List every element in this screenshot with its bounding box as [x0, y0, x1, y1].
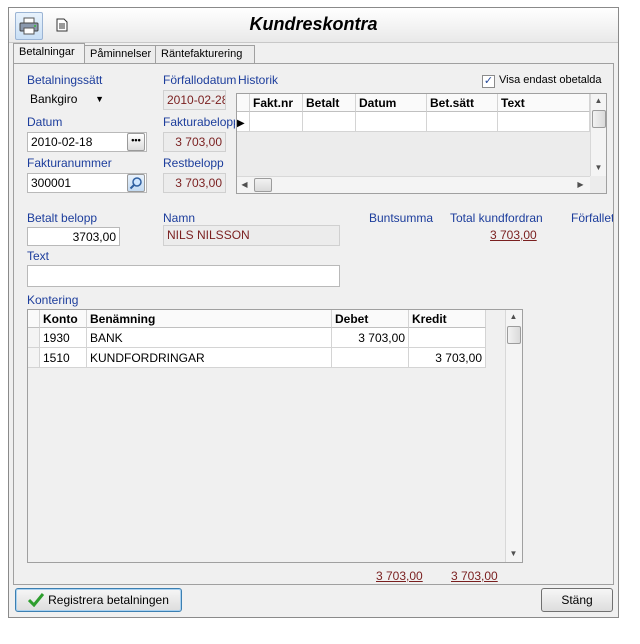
- accounting-header-corner: [28, 310, 40, 328]
- register-payment-label: Registrera betalningen: [48, 593, 169, 607]
- paid-amount-label: Betalt belopp: [27, 211, 98, 225]
- accounting-col-konto: Konto: [40, 310, 87, 328]
- tab-paminnelser[interactable]: Påminnelser: [84, 45, 156, 63]
- accounting-col-kredit: Kredit: [409, 310, 486, 328]
- table-row-name[interactable]: BANK: [87, 328, 332, 348]
- invoice-number-label: Fakturanummer: [27, 156, 112, 170]
- history-col-faktnr: Fakt.nr: [250, 94, 303, 112]
- table-row-debit[interactable]: [332, 348, 409, 368]
- calendar-button[interactable]: •••: [127, 133, 145, 151]
- scroll-down-icon: ▼: [509, 549, 518, 558]
- remaining-field: 3 703,00: [163, 173, 226, 193]
- chevron-down-icon: ▼: [95, 94, 104, 104]
- history-col-text: Text: [498, 94, 590, 112]
- table-row-account[interactable]: 1930: [40, 328, 87, 348]
- accounting-col-benamning: Benämning: [87, 310, 332, 328]
- table-row-credit[interactable]: 3 703,00: [409, 348, 486, 368]
- scroll-up-icon: ▲: [594, 96, 603, 105]
- overdue-label: Förfallet: [571, 211, 613, 225]
- kundreskontra-window: Kundreskontra Betalningar Påminnelser Rä…: [8, 7, 619, 618]
- history-grid[interactable]: Fakt.nr Betalt Datum Bet.sätt Text ▶ ▲ ▼…: [236, 93, 607, 194]
- checkmark-icon: [28, 593, 45, 607]
- name-field: NILS NILSSON: [163, 225, 340, 246]
- remaining-label: Restbelopp: [163, 156, 224, 170]
- register-payment-button[interactable]: Registrera betalningen: [15, 588, 182, 612]
- show-unpaid-label: Visa endast obetalda: [499, 74, 602, 86]
- name-label: Namn: [163, 211, 196, 225]
- payment-method-label: Betalningssätt: [27, 73, 103, 87]
- paid-amount-field[interactable]: 3703,00: [27, 227, 120, 246]
- date-label: Datum: [27, 115, 63, 129]
- checkmark-icon: ✓: [483, 75, 494, 87]
- betalningar-panel: Betalningssätt Bankgiro ▼ Datum 2010-02-…: [13, 63, 614, 585]
- accounting-col-debet: Debet: [332, 310, 409, 328]
- history-col-betsatt: Bet.sätt: [427, 94, 498, 112]
- accounting-grid[interactable]: Konto Benämning Debet Kredit 1930 BANK 3…: [27, 309, 523, 563]
- payment-method-select[interactable]: Bankgiro ▼: [27, 90, 107, 110]
- total-credit-link[interactable]: 3 703,00: [451, 569, 498, 583]
- history-hscrollbar[interactable]: ◀ ▶: [237, 176, 590, 193]
- window-title: Kundreskontra: [249, 14, 378, 34]
- invoice-number-value: 300001: [31, 176, 72, 190]
- invoice-amount-label: Fakturabelopp: [163, 115, 235, 129]
- calendar-dots-icon: •••: [131, 135, 141, 145]
- table-row-debit[interactable]: 3 703,00: [332, 328, 409, 348]
- history-col-datum: Datum: [356, 94, 427, 112]
- total-debit-link[interactable]: 3 703,00: [376, 569, 423, 583]
- history-row-indicator: ▶: [237, 112, 250, 132]
- accounting-vscroll-thumb[interactable]: [507, 326, 521, 344]
- row-selector[interactable]: [28, 348, 40, 368]
- invoice-amount-field: 3 703,00: [163, 132, 226, 152]
- text-field[interactable]: [27, 265, 340, 287]
- due-date-label: Förfallodatum: [163, 73, 237, 87]
- search-invoice-button[interactable]: [127, 174, 145, 192]
- batch-sum-label: Buntsumma: [369, 211, 434, 225]
- history-new-row-cell[interactable]: [498, 112, 590, 132]
- history-new-row-cell[interactable]: [427, 112, 498, 132]
- scroll-down-icon: ▼: [594, 163, 603, 172]
- close-button[interactable]: Stäng: [541, 588, 613, 612]
- tab-betalningar[interactable]: Betalningar: [13, 43, 85, 64]
- table-row-account[interactable]: 1510: [40, 348, 87, 368]
- show-unpaid-checkbox[interactable]: ✓: [482, 75, 495, 88]
- payment-method-value: Bankgiro: [30, 92, 78, 106]
- tab-rantefakturering[interactable]: Räntefakturering: [155, 45, 255, 63]
- scroll-right-icon: ▶: [577, 180, 584, 189]
- scroll-left-icon: ◀: [241, 180, 248, 189]
- history-header-corner: [237, 94, 250, 112]
- history-new-row-cell[interactable]: [250, 112, 303, 132]
- scroll-up-icon: ▲: [509, 312, 518, 321]
- history-label: Historik: [238, 73, 279, 87]
- row-pointer-icon: ▶: [237, 118, 245, 129]
- history-vscroll-thumb[interactable]: [592, 110, 606, 128]
- history-vscrollbar[interactable]: ▲ ▼: [590, 94, 606, 176]
- row-selector[interactable]: [28, 328, 40, 348]
- title-bar: Kundreskontra: [9, 8, 618, 43]
- history-hscroll-thumb[interactable]: [254, 178, 272, 192]
- text-label: Text: [27, 249, 50, 263]
- table-row-credit[interactable]: [409, 328, 486, 348]
- accounting-label: Kontering: [27, 293, 79, 307]
- history-new-row-cell[interactable]: [303, 112, 356, 132]
- magnifier-icon: [129, 177, 142, 190]
- total-claim-label: Total kundfordran: [450, 211, 543, 225]
- accounting-vscrollbar[interactable]: ▲ ▼: [505, 310, 522, 562]
- history-col-betalt: Betalt: [303, 94, 356, 112]
- total-claim-link[interactable]: 3 703,00: [490, 228, 537, 242]
- close-label: Stäng: [561, 593, 593, 607]
- table-row-name[interactable]: KUNDFORDRINGAR: [87, 348, 332, 368]
- due-date-field: 2010-02-28: [163, 90, 226, 110]
- date-value: 2010-02-18: [31, 135, 93, 149]
- history-new-row-cell[interactable]: [356, 112, 427, 132]
